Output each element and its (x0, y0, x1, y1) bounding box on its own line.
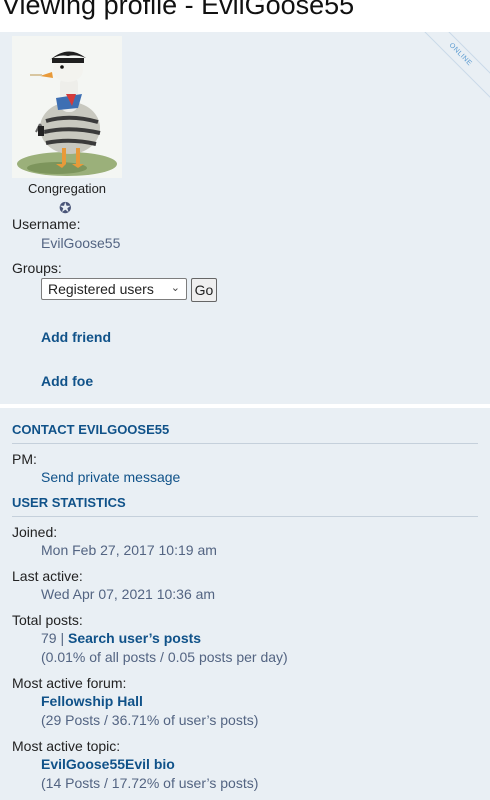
total-posts-separator: | (56, 630, 68, 646)
rank-title: Congregation (27, 181, 107, 196)
pm-label: PM: (12, 451, 37, 467)
add-friend-link[interactable]: Add friend (41, 329, 111, 345)
profile-panel: ONLINE Congregation ✪ Username: EvilGoos… (0, 32, 490, 404)
add-foe-link[interactable]: Add foe (41, 373, 93, 389)
active-forum-detail: (29 Posts / 36.71% of user’s posts) (41, 712, 259, 728)
groups-label: Groups: (12, 260, 62, 276)
username-value: EvilGoose55 (41, 235, 121, 251)
avatar (12, 36, 122, 178)
goose-pirate-avatar (12, 36, 122, 178)
send-pm-link[interactable]: Send private message (41, 469, 180, 485)
page-title: Viewing profile - EvilGoose55 (2, 0, 355, 20)
stats-heading: USER STATISTICS (12, 495, 478, 517)
rank-star-icon: ✪ (59, 200, 72, 217)
active-topic-label: Most active topic: (12, 738, 121, 754)
search-user-posts-link[interactable]: Search user’s posts (68, 630, 201, 646)
active-forum-link[interactable]: Fellowship Hall (41, 693, 143, 709)
chevron-down-icon: ⌄ (170, 282, 180, 294)
last-active-label: Last active: (12, 568, 83, 584)
active-forum-label: Most active forum: (12, 675, 127, 691)
groups-select[interactable]: Registered users ⌄ (41, 278, 187, 300)
groups-select-value: Registered users (48, 281, 154, 297)
username-label: Username: (12, 216, 81, 232)
go-button[interactable]: Go (191, 278, 217, 302)
active-topic-link[interactable]: EvilGoose55Evil bio (41, 756, 175, 772)
posts-detail: (0.01% of all posts / 0.05 posts per day… (41, 649, 288, 665)
contact-heading: CONTACT EVILGOOSE55 (12, 422, 478, 444)
total-posts-count: 79 (41, 630, 57, 646)
joined-value: Mon Feb 27, 2017 10:19 am (41, 542, 217, 558)
details-panel: CONTACT EVILGOOSE55 PM: Send private mes… (0, 408, 490, 800)
joined-label: Joined: (12, 524, 58, 540)
online-badge: ONLINE (411, 32, 490, 104)
last-active-value: Wed Apr 07, 2021 10:36 am (41, 586, 216, 602)
active-topic-detail: (14 Posts / 17.72% of user’s posts) (41, 775, 259, 791)
total-posts-label: Total posts: (12, 612, 83, 628)
total-posts-row: 79 | Search user’s posts (41, 630, 201, 646)
